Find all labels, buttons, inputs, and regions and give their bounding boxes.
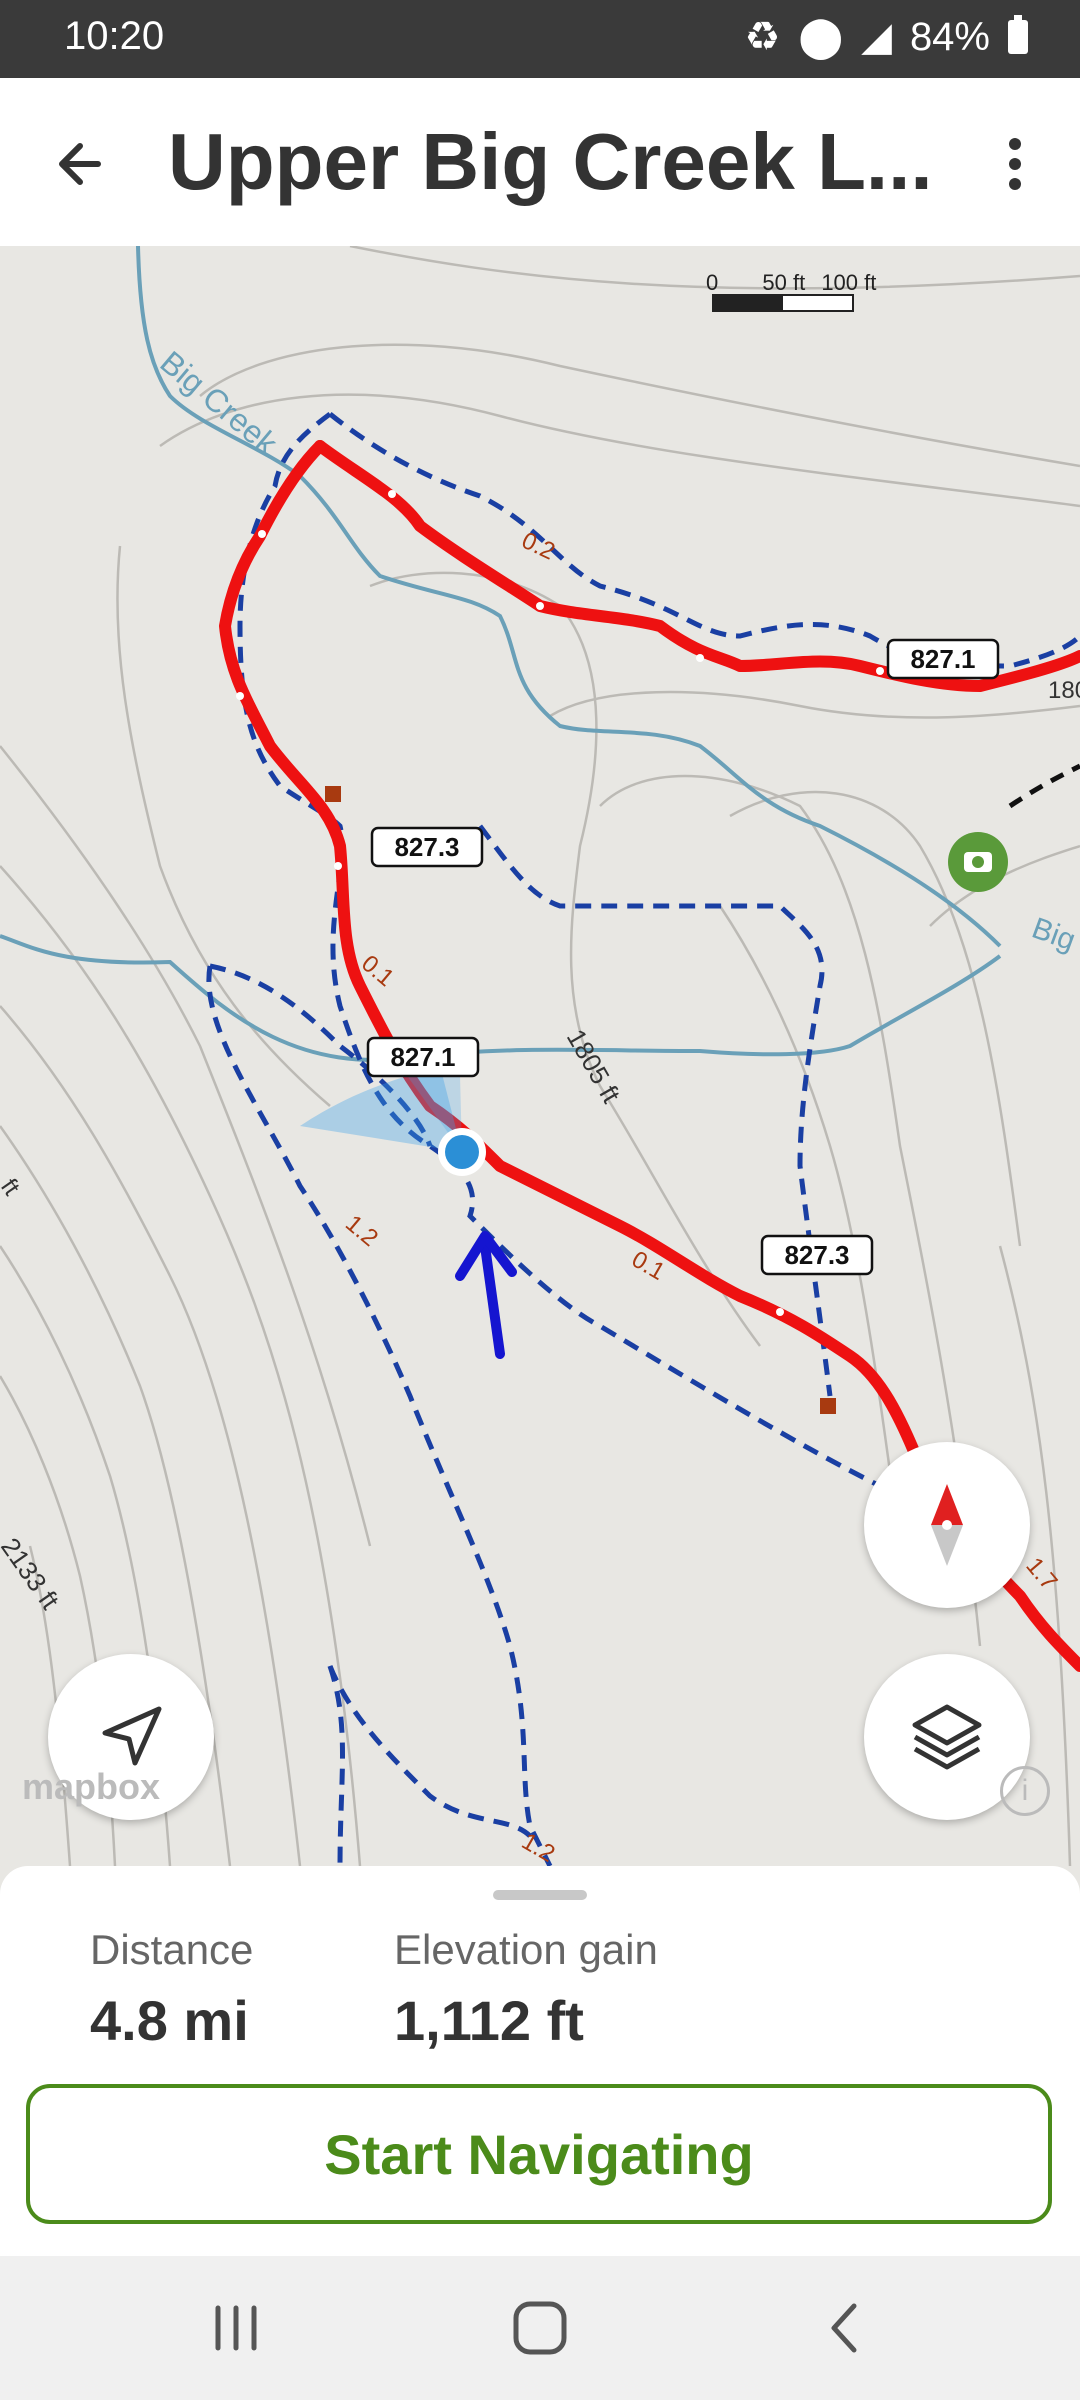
more-options-button[interactable] — [990, 128, 1040, 200]
distance-stat: Distance 4.8 mi — [90, 1926, 253, 2053]
arrow-left-icon — [59, 143, 101, 185]
distance-value: 4.8 mi — [90, 1989, 249, 2052]
status-bar: 10:20 ♻ ⬤ ◢ 84% — [0, 0, 1080, 78]
status-time: 10:20 — [64, 14, 165, 58]
recent-apps-button[interactable] — [196, 2296, 276, 2360]
elevation-label: 180 — [1048, 677, 1080, 704]
back-button[interactable] — [46, 128, 118, 200]
scale-max: 100 ft — [821, 270, 877, 295]
scale-mid: 50 ft — [762, 270, 806, 295]
page-title: Upper Big Creek L... — [168, 117, 933, 206]
location-icon: ⬤ — [798, 15, 844, 59]
sheet-handle[interactable] — [493, 1890, 587, 1900]
back-chevron-icon — [831, 2303, 857, 2353]
start-navigating-button[interactable]: Start Navigating — [26, 2084, 1052, 2224]
creek-lines — [0, 246, 1002, 1062]
battery-icon — [1008, 15, 1028, 54]
scale-bar — [712, 294, 854, 312]
battery-percent: 84% — [909, 14, 990, 59]
layers-icon — [912, 1704, 982, 1770]
mile-marker: 0.2 — [517, 527, 559, 566]
cta-area: Start Navigating — [0, 2056, 1080, 2256]
recycle-icon: ♻ — [744, 15, 781, 59]
elevation-label: 1805 ft — [561, 1024, 627, 1109]
mapbox-logo[interactable]: mapbox — [22, 1766, 160, 1808]
map-labels: Big Creek Big 1805 ft 2133 ft 180 ft 0.2… — [0, 344, 1080, 1866]
elevation-label: ft — [0, 1174, 25, 1201]
more-vertical-icon — [1009, 138, 1021, 190]
info-icon[interactable]: i — [1000, 1766, 1050, 1816]
trail-badges: 827.1 827.3 827.1 827.3 — [366, 638, 1000, 1276]
home-button[interactable] — [500, 2296, 580, 2360]
system-nav-bar — [0, 2256, 1080, 2400]
elevation-stat: Elevation gain 1,112 ft — [394, 1926, 658, 2053]
scale-zero: 0 — [706, 270, 719, 295]
compass-button[interactable] — [864, 1442, 1030, 1608]
recent-apps-icon — [215, 2305, 257, 2351]
stats-sheet[interactable]: Distance 4.8 mi Elevation gain 1,112 ft — [0, 1866, 1080, 2056]
current-location-dot — [445, 1135, 479, 1169]
trail-badge: 827.3 — [784, 1240, 849, 1270]
signal-icon: ◢ — [861, 15, 892, 59]
elevation-label: 2133 ft — [0, 1532, 66, 1615]
mile-marker: 1.2 — [340, 1210, 383, 1252]
map-canvas: Big Creek Big 1805 ft 2133 ft 180 ft 0.2… — [0, 246, 1080, 1866]
trail-badge: 827.1 — [390, 1042, 455, 1072]
annotation-arrow — [480, 1241, 505, 1359]
dashed-trails — [206, 411, 1080, 1866]
trail-badge: 827.3 — [394, 832, 459, 862]
junction-marker — [325, 786, 341, 802]
creek-label: Big — [1028, 912, 1080, 958]
camera-icon — [964, 852, 992, 872]
trail-map[interactable]: Big Creek Big 1805 ft 2133 ft 180 ft 0.2… — [0, 246, 1080, 1866]
system-back-button[interactable] — [804, 2296, 884, 2360]
compass-icon — [931, 1484, 963, 1566]
home-icon — [513, 2301, 567, 2355]
distance-label: Distance — [90, 1926, 254, 1973]
scale-labels: 0 50 ft 100 ft — [706, 270, 876, 296]
trail-badge: 827.1 — [910, 644, 975, 674]
contour-lines — [0, 246, 1080, 1866]
junction-marker — [820, 1398, 836, 1414]
elevation-label: Elevation gain — [394, 1926, 658, 1973]
app-bar: Upper Big Creek L... — [0, 78, 1080, 246]
navigation-arrow-icon — [102, 1706, 162, 1766]
elevation-value: 1,112 ft — [394, 1989, 584, 2052]
status-icons: ♻ ⬤ ◢ 84% — [745, 14, 1028, 60]
connector-trail — [1008, 763, 1080, 809]
